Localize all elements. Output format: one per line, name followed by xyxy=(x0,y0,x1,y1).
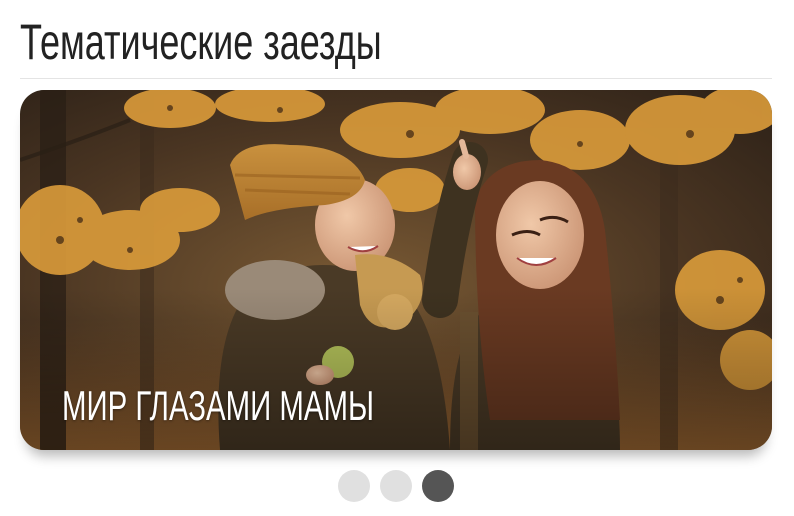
pagination-dot-3-active[interactable] xyxy=(422,470,454,502)
page: Тематические заезды МИР ГЛАЗАМИ МАМЫ xyxy=(0,0,794,516)
slide-caption: МИР ГЛАЗАМИ МАМЫ xyxy=(62,382,375,429)
pagination-dot-2[interactable] xyxy=(380,470,412,502)
section-title: Тематические заезды xyxy=(20,14,382,70)
slide-card[interactable]: МИР ГЛАЗАМИ МАМЫ xyxy=(20,90,772,450)
title-divider xyxy=(20,78,772,79)
pagination-dot-1[interactable] xyxy=(338,470,370,502)
slider-pagination xyxy=(338,470,454,502)
